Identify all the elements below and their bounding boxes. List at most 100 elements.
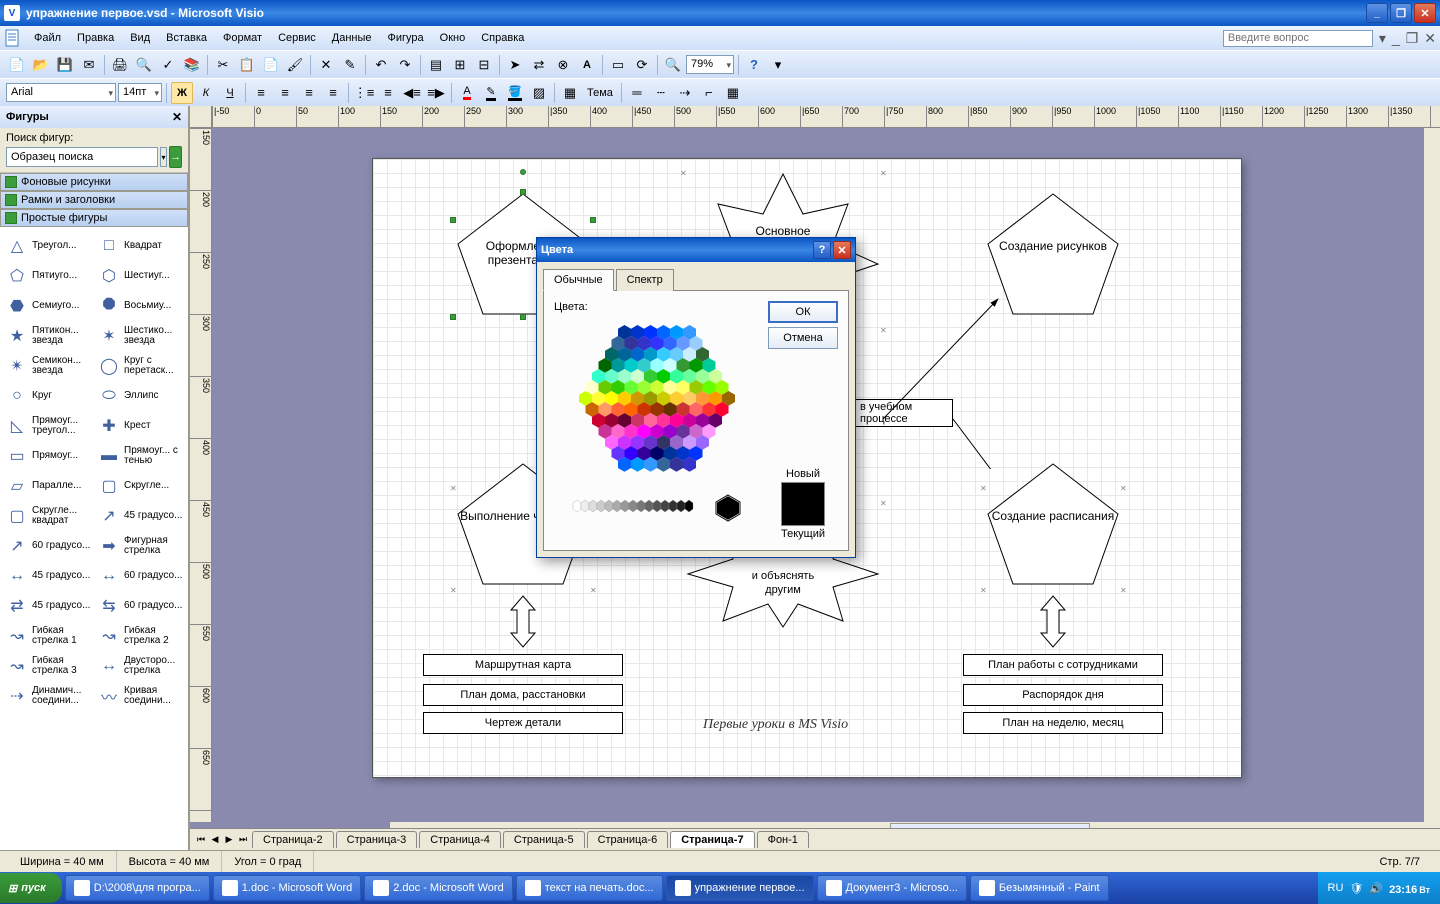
menu-window[interactable]: Окно [432, 29, 474, 47]
shape-item[interactable]: 〰Кривая соедини... [94, 681, 186, 711]
shape-item[interactable]: ⬠Пятиуго... [2, 261, 94, 291]
help-search-input[interactable] [1223, 30, 1373, 47]
help-button[interactable]: ? [743, 54, 765, 76]
line-color-button[interactable]: ✎ [480, 82, 502, 104]
tab-nav-last[interactable]: ⏭ [236, 833, 250, 847]
shapes-window-button[interactable]: ▤ [425, 54, 447, 76]
cancel-button[interactable]: Отмена [768, 327, 838, 349]
shape-item[interactable]: △Треугол... [2, 231, 94, 261]
taskbar-item[interactable]: 2.doc - Microsoft Word [364, 875, 512, 901]
bullets-button[interactable]: ⋮≡ [353, 82, 375, 104]
rectangle-tool-button[interactable]: ▭ [607, 54, 629, 76]
toolbar-options-button[interactable]: ▾ [767, 54, 789, 76]
shape-item[interactable]: ↝Гибкая стрелка 1 [2, 621, 94, 651]
shape-item[interactable]: ⬭Эллипс [94, 381, 186, 411]
shape-item[interactable]: ⯃Восьмиу... [94, 291, 186, 321]
paste-button[interactable]: 📄 [260, 54, 282, 76]
taskbar-item[interactable]: упражнение первое... [666, 875, 814, 901]
dialog-close-button[interactable]: ✕ [833, 241, 851, 259]
grayscale-picker[interactable] [554, 493, 760, 523]
underline-button[interactable]: Ч [219, 82, 241, 104]
start-button[interactable]: ⊞пуск [0, 873, 62, 903]
transparency-button[interactable]: ▦ [722, 82, 744, 104]
search-go-button[interactable]: → [169, 146, 182, 168]
shape-item[interactable]: ▬Прямоуг... с тенью [94, 441, 186, 471]
italic-button[interactable]: К [195, 82, 217, 104]
zoom-tool-button[interactable]: 🔍 [662, 54, 684, 76]
new-doc-button[interactable]: 📄 [6, 54, 28, 76]
taskbar-item[interactable]: Документ3 - Microso... [817, 875, 967, 901]
tab-nav-prev[interactable]: ◀ [208, 833, 222, 847]
search-shapes-input[interactable] [6, 147, 158, 167]
shape-item[interactable]: ⬣Семиуго... [2, 291, 94, 321]
page-tab[interactable]: Фон-1 [757, 831, 809, 848]
redo-button[interactable]: ↷ [394, 54, 416, 76]
theme-gallery-button[interactable]: ▦ [559, 82, 581, 104]
close-button[interactable]: ✕ [1414, 3, 1436, 23]
fill-color-button[interactable]: 🪣 [504, 82, 526, 104]
save-button[interactable]: 💾 [54, 54, 76, 76]
shape-item[interactable]: ↗45 градусо... [94, 501, 186, 531]
shape-item[interactable]: ⬡Шестиуг... [94, 261, 186, 291]
list-rect-left-3[interactable]: Чертеж детали [423, 712, 623, 734]
taskbar-item[interactable]: Безымянный - Paint [970, 875, 1109, 901]
search-dropdown-button[interactable]: ▾ [160, 147, 167, 167]
line-ends-button[interactable]: ⇢ [674, 82, 696, 104]
menu-help[interactable]: Справка [473, 29, 532, 47]
shape-item[interactable]: ⇆60 градусо... [94, 591, 186, 621]
shape-item[interactable]: ↝Гибкая стрелка 2 [94, 621, 186, 651]
email-button[interactable]: ✉ [78, 54, 100, 76]
shapes-panel-close-button[interactable]: ✕ [172, 110, 182, 124]
color-hexagon-picker[interactable] [572, 323, 742, 483]
page-tab[interactable]: Страница-6 [587, 831, 669, 848]
tray-lang-icon[interactable]: RU [1328, 882, 1344, 894]
ok-button[interactable]: ОК [768, 301, 838, 323]
shape-item[interactable]: ◯Круг с перетаск... [94, 351, 186, 381]
bold-button[interactable]: Ж [171, 82, 193, 104]
line-pattern-button[interactable]: ┄ [650, 82, 672, 104]
increase-indent-button[interactable]: ≡▶ [425, 82, 447, 104]
page-tab[interactable]: Страница-7 [670, 831, 754, 848]
tab-nav-first[interactable]: ⏮ [194, 833, 208, 847]
shape-item[interactable]: ➡Фигурная стрелка [94, 531, 186, 561]
shape-item[interactable]: ▭Прямоуг... [2, 441, 94, 471]
font-combo[interactable]: Arial [6, 83, 116, 102]
updown-arrow-right[interactable] [1033, 594, 1073, 652]
list-rect-left-1[interactable]: Маршрутная карта [423, 654, 623, 676]
shape-item[interactable]: ★Пятикон... звезда [2, 321, 94, 351]
list-rect-left-2[interactable]: План дома, расстановки [423, 684, 623, 706]
tray-clock[interactable]: 23:16Вт [1389, 880, 1430, 896]
connection-point-button[interactable]: ⊗ [552, 54, 574, 76]
corners-button[interactable]: ⌐ [698, 82, 720, 104]
maximize-button[interactable]: ❐ [1390, 3, 1412, 23]
group-button[interactable]: ⊞ [449, 54, 471, 76]
doc-close-button[interactable]: ✕ [1424, 30, 1436, 47]
pointer-tool-button[interactable]: ➤ [504, 54, 526, 76]
page-tab[interactable]: Страница-4 [419, 831, 501, 848]
align-left-button[interactable]: ≡ [250, 82, 272, 104]
shape-item[interactable]: ▢Скругле... [94, 471, 186, 501]
cut-button[interactable]: ✂ [212, 54, 234, 76]
page-tab[interactable]: Страница-2 [252, 831, 334, 848]
menu-edit[interactable]: Правка [69, 29, 122, 47]
list-rect-right-2[interactable]: Распорядок дня [963, 684, 1163, 706]
menu-data[interactable]: Данные [324, 29, 380, 47]
spellcheck-button[interactable]: ✓ [157, 54, 179, 76]
tray-shield-icon[interactable]: 🛡 [1349, 882, 1363, 895]
rotate-button[interactable]: ⟳ [631, 54, 653, 76]
shape-item[interactable]: ▢Скругле... квадрат [2, 501, 94, 531]
tray-volume-icon[interactable]: 🔊 [1369, 882, 1383, 895]
text-tool-button[interactable]: A [576, 54, 598, 76]
vertical-scrollbar[interactable] [1424, 128, 1440, 822]
doc-restore-button[interactable]: ❐ [1406, 30, 1419, 47]
list-rect-right-3[interactable]: План на неделю, месяц [963, 712, 1163, 734]
shape-item[interactable]: ⇄45 градусо... [2, 591, 94, 621]
undo-button[interactable]: ↶ [370, 54, 392, 76]
menu-format[interactable]: Формат [215, 29, 270, 47]
shape-item[interactable]: ⇢Динамич... соедини... [2, 681, 94, 711]
doc-minimize-button[interactable]: _ [1392, 30, 1400, 46]
research-button[interactable]: 📚 [181, 54, 203, 76]
doc-dropdown-icon[interactable]: ▾ [1379, 30, 1386, 47]
delete-button[interactable]: ✕ [315, 54, 337, 76]
pentagon-shape-2[interactable]: Создание рисунков [983, 189, 1123, 322]
